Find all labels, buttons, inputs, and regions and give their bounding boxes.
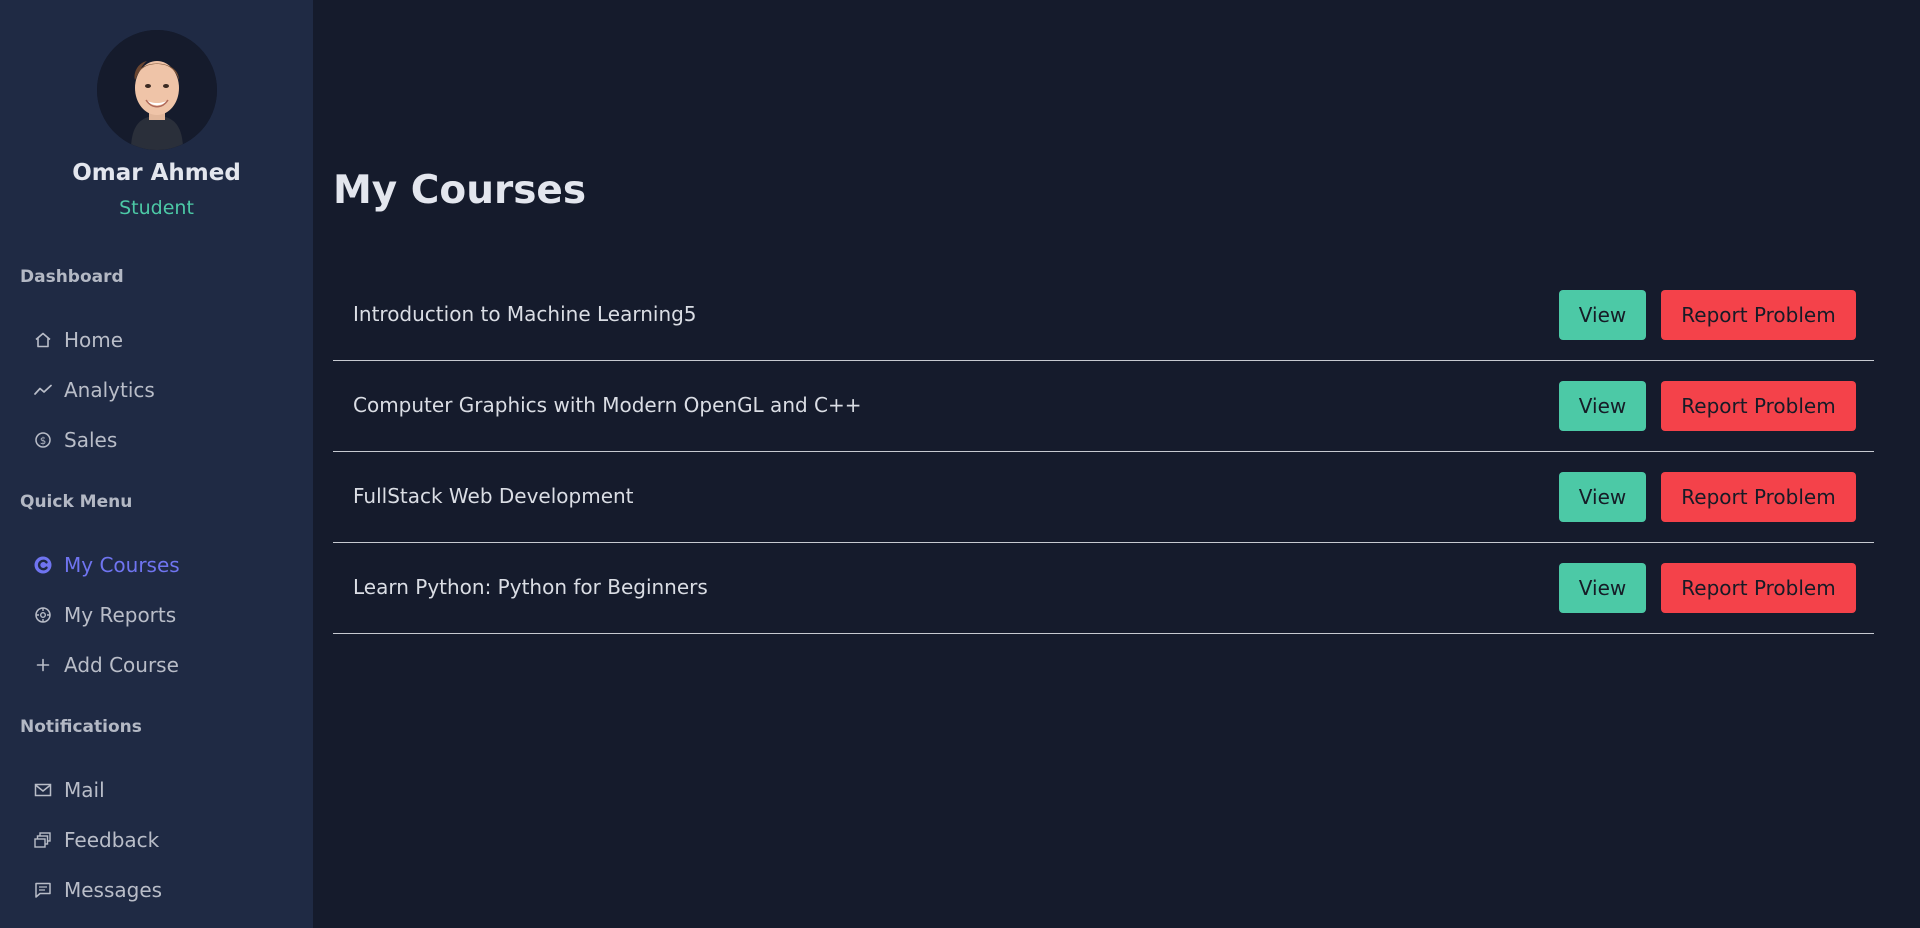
home-icon bbox=[34, 331, 52, 349]
sidebar-item-label: Mail bbox=[64, 778, 105, 802]
sidebar-item-label: Messages bbox=[64, 878, 163, 902]
svg-text:$: $ bbox=[40, 436, 46, 447]
report-problem-button[interactable]: Report Problem bbox=[1661, 563, 1856, 613]
sidebar-item-add-course[interactable]: Add Course bbox=[34, 650, 179, 680]
message-icon bbox=[34, 881, 52, 899]
report-problem-button[interactable]: Report Problem bbox=[1661, 472, 1856, 522]
sidebar-item-mail[interactable]: Mail bbox=[34, 775, 105, 805]
sidebar-item-my-reports[interactable]: My Reports bbox=[34, 600, 176, 630]
sidebar-item-label: Add Course bbox=[64, 653, 179, 677]
trend-line-icon bbox=[34, 381, 52, 399]
course-row: Learn Python: Python for Beginners View … bbox=[333, 543, 1874, 634]
course-name: Computer Graphics with Modern OpenGL and… bbox=[353, 393, 862, 417]
user-role: Student bbox=[119, 197, 194, 219]
course-name: FullStack Web Development bbox=[353, 484, 634, 508]
app-root: Omar Ahmed Student Dashboard Home Analyt… bbox=[0, 0, 1920, 928]
mail-icon bbox=[34, 781, 52, 799]
view-button[interactable]: View bbox=[1559, 563, 1646, 613]
view-button[interactable]: View bbox=[1559, 290, 1646, 340]
section-title-dashboard: Dashboard bbox=[20, 267, 124, 287]
section-title-notifications: Notifications bbox=[20, 717, 142, 737]
profile-photo bbox=[97, 30, 217, 150]
sidebar-item-label: My Reports bbox=[64, 603, 177, 627]
main-content: My Courses Introduction to Machine Learn… bbox=[313, 0, 1920, 928]
view-button[interactable]: View bbox=[1559, 381, 1646, 431]
sidebar-item-sales[interactable]: $ Sales bbox=[34, 425, 117, 455]
course-row: FullStack Web Development View Report Pr… bbox=[333, 452, 1874, 543]
sidebar-item-label: Sales bbox=[64, 428, 118, 452]
plus-icon bbox=[34, 656, 52, 674]
course-row: Introduction to Machine Learning5 View R… bbox=[333, 270, 1874, 361]
course-name: Learn Python: Python for Beginners bbox=[353, 575, 708, 599]
view-button[interactable]: View bbox=[1559, 472, 1646, 522]
report-problem-button[interactable]: Report Problem bbox=[1661, 381, 1856, 431]
sidebar-item-label: Analytics bbox=[64, 378, 155, 402]
course-list: Introduction to Machine Learning5 View R… bbox=[333, 270, 1874, 634]
user-name: Omar Ahmed bbox=[72, 160, 241, 186]
sidebar-item-home[interactable]: Home bbox=[34, 325, 123, 355]
page-title: My Courses bbox=[333, 168, 587, 213]
sidebar-item-my-courses[interactable]: My Courses bbox=[34, 550, 180, 580]
section-title-quick-menu: Quick Menu bbox=[20, 492, 133, 512]
sidebar-item-label: Feedback bbox=[64, 828, 160, 852]
course-row: Computer Graphics with Modern OpenGL and… bbox=[333, 361, 1874, 452]
sidebar-item-label: Home bbox=[64, 328, 124, 352]
sidebar-item-messages[interactable]: Messages bbox=[34, 875, 162, 905]
sidebar: Omar Ahmed Student Dashboard Home Analyt… bbox=[0, 0, 313, 928]
feedback-icon bbox=[34, 831, 52, 849]
sidebar-item-feedback[interactable]: Feedback bbox=[34, 825, 159, 855]
reports-gear-icon bbox=[34, 606, 52, 624]
courses-circle-icon bbox=[34, 556, 52, 574]
dollar-circle-icon: $ bbox=[34, 431, 52, 449]
avatar[interactable] bbox=[97, 30, 217, 150]
report-problem-button[interactable]: Report Problem bbox=[1661, 290, 1856, 340]
course-name: Introduction to Machine Learning5 bbox=[353, 302, 697, 326]
sidebar-item-label: My Courses bbox=[64, 553, 180, 577]
sidebar-item-analytics[interactable]: Analytics bbox=[34, 375, 155, 405]
